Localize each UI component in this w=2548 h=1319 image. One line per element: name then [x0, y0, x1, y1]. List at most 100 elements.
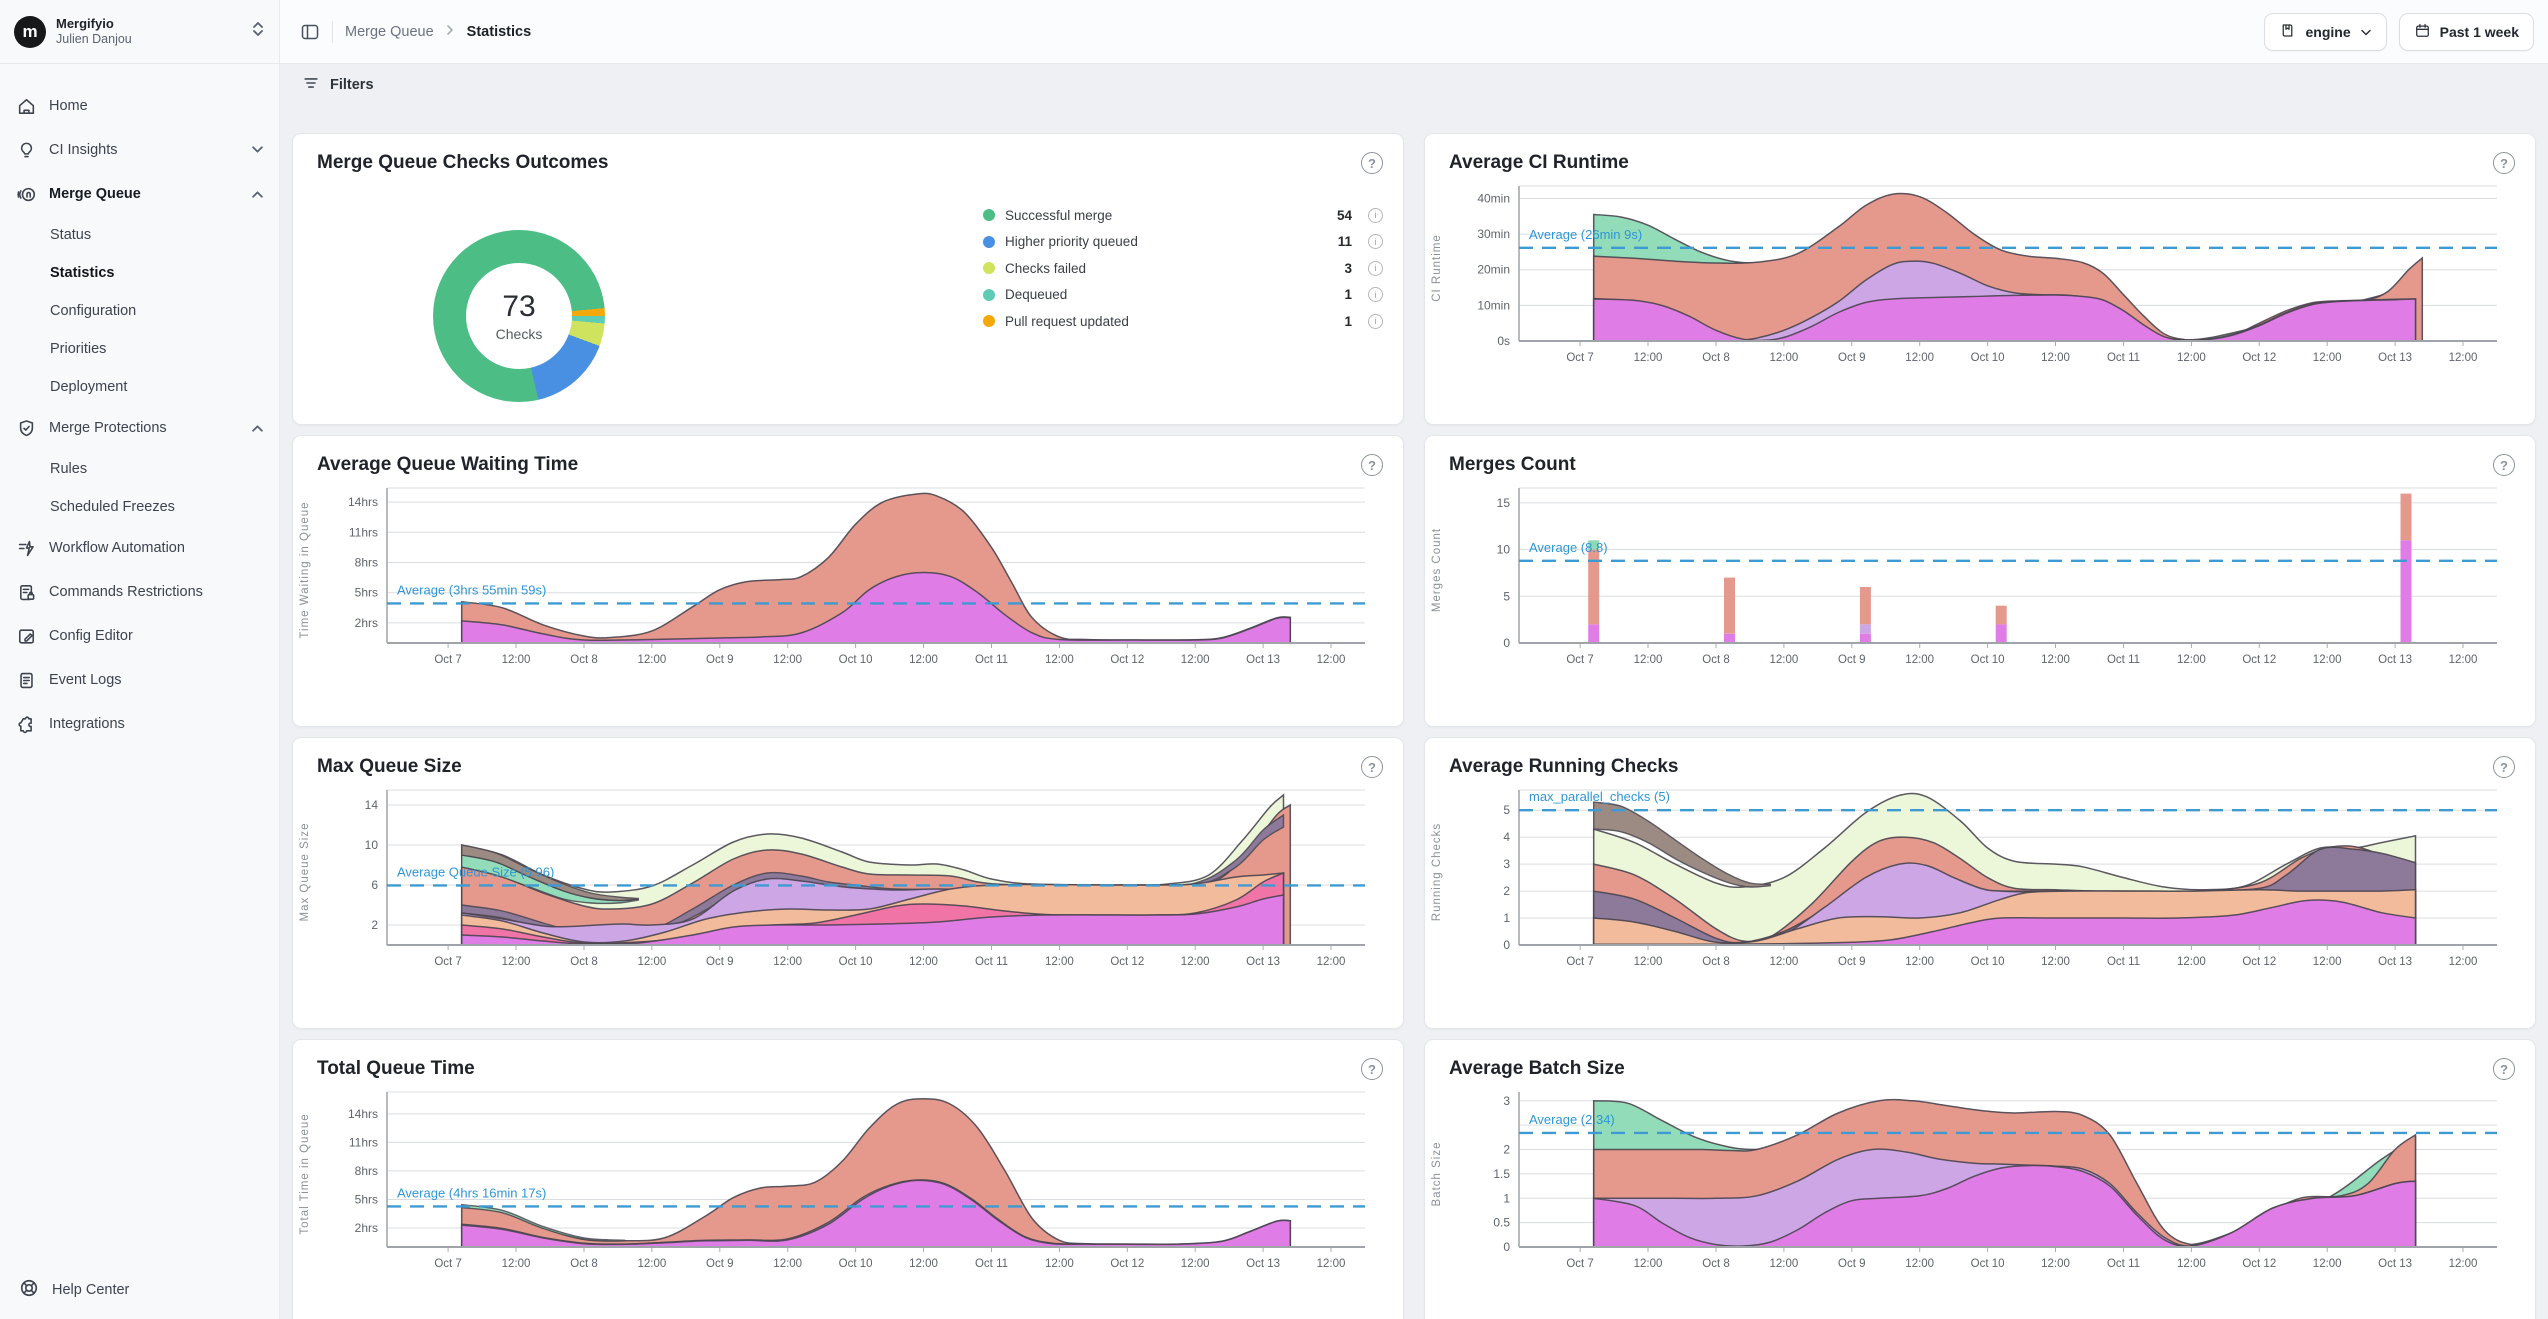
svg-text:10: 10 — [365, 838, 379, 852]
org-names: Mergifyio Julien Danjou — [56, 16, 241, 48]
sidebar-item-merge-protections[interactable]: Merge Protections — [0, 406, 279, 450]
sidebar-item-config-editor[interactable]: Config Editor — [0, 614, 279, 658]
help-circle-icon[interactable]: ? — [1361, 756, 1383, 778]
svg-text:12:00: 12:00 — [2041, 956, 2070, 968]
svg-text:10min: 10min — [1477, 298, 1510, 312]
svg-text:12:00: 12:00 — [1045, 1258, 1074, 1270]
bulb-icon — [16, 140, 37, 161]
svg-text:Oct 12: Oct 12 — [2242, 352, 2276, 364]
svg-text:12:00: 12:00 — [773, 956, 802, 968]
legend-item-checks-failed[interactable]: Checks failed 3 i — [983, 255, 1383, 282]
sidebar-nav: HomeCI InsightsMerge QueueStatusStatisti… — [0, 64, 279, 746]
help-circle-icon[interactable]: ? — [2493, 454, 2515, 476]
sidebar-item-deployment[interactable]: Deployment — [0, 368, 279, 406]
legend-item-pull-request-updated[interactable]: Pull request updated 1 i — [983, 308, 1383, 335]
legend-item-dequeued[interactable]: Dequeued 1 i — [983, 282, 1383, 309]
org-switcher[interactable]: m Mergifyio Julien Danjou — [0, 0, 279, 64]
sidebar-item-scheduled-freezes[interactable]: Scheduled Freezes — [0, 488, 279, 526]
breadcrumb-parent[interactable]: Merge Queue — [345, 24, 434, 40]
sidebar-item-workflow-automation[interactable]: Workflow Automation — [0, 526, 279, 570]
legend-value: 11 — [1338, 234, 1352, 249]
help-circle-icon[interactable]: ? — [2493, 1058, 2515, 1080]
svg-text:2hrs: 2hrs — [355, 1221, 378, 1235]
info-icon[interactable]: i — [1368, 261, 1383, 276]
svg-text:Oct 11: Oct 11 — [975, 654, 1008, 666]
svg-text:Average (8.8): Average (8.8) — [1529, 540, 1608, 555]
info-icon[interactable]: i — [1368, 314, 1383, 329]
svg-text:Oct 9: Oct 9 — [706, 654, 733, 666]
svg-text:Oct 11: Oct 11 — [2107, 1258, 2140, 1270]
svg-text:Oct 13: Oct 13 — [1246, 1258, 1280, 1270]
svg-text:Oct 13: Oct 13 — [2378, 654, 2412, 666]
donut-legend: Successful merge 54 i Higher priority qu… — [983, 202, 1383, 335]
svg-text:Average Queue Size (5.96): Average Queue Size (5.96) — [397, 864, 554, 879]
info-icon[interactable]: i — [1368, 234, 1383, 249]
svg-text:12:00: 12:00 — [502, 654, 531, 666]
sidebar-item-statistics[interactable]: Statistics — [0, 254, 279, 292]
sidebar-item-ci-insights[interactable]: CI Insights — [0, 128, 279, 172]
y-axis-label: Max Queue Size — [299, 802, 311, 942]
svg-text:12:00: 12:00 — [909, 654, 938, 666]
time-range-button[interactable]: Past 1 week — [2399, 13, 2534, 51]
svg-text:12:00: 12:00 — [2041, 352, 2070, 364]
help-circle-icon[interactable]: ? — [1361, 152, 1383, 174]
sidebar-item-status[interactable]: Status — [0, 216, 279, 254]
legend-item-higher-priority-queued[interactable]: Higher priority queued 11 i — [983, 229, 1383, 256]
sidebar-toggle-icon[interactable] — [300, 22, 320, 42]
sidebar-item-rules[interactable]: Rules — [0, 450, 279, 488]
svg-text:Oct 9: Oct 9 — [1838, 654, 1865, 666]
sidebar-item-merge-queue[interactable]: Merge Queue — [0, 172, 279, 216]
help-center-label: Help Center — [52, 1282, 129, 1298]
legend-dot — [983, 236, 995, 248]
repository-select[interactable]: engine — [2264, 13, 2386, 51]
sidebar-item-priorities[interactable]: Priorities — [0, 330, 279, 368]
info-icon[interactable]: i — [1368, 208, 1383, 223]
y-axis-label: Running Checks — [1431, 802, 1443, 942]
svg-text:12:00: 12:00 — [1634, 352, 1663, 364]
svg-text:5hrs: 5hrs — [355, 1193, 378, 1207]
svg-text:Oct 8: Oct 8 — [570, 654, 597, 666]
svg-text:Oct 7: Oct 7 — [434, 1258, 461, 1270]
svg-text:max_parallel_checks (5): max_parallel_checks (5) — [1529, 789, 1670, 804]
svg-text:Oct 12: Oct 12 — [1110, 956, 1144, 968]
repository-icon — [2279, 22, 2296, 42]
help-circle-icon[interactable]: ? — [1361, 1058, 1383, 1080]
total-queue-time-chart: 2hrs5hrs8hrs11hrs14hrsOct 712:00Oct 812:… — [315, 1082, 1380, 1280]
filters-button[interactable]: Filters — [280, 64, 2548, 106]
svg-text:12:00: 12:00 — [2177, 956, 2206, 968]
help-circle-icon[interactable]: ? — [1361, 454, 1383, 476]
topbar: Merge Queue Statistics engine Past 1 wee… — [280, 0, 2548, 64]
svg-text:0s: 0s — [1497, 334, 1510, 348]
sidebar-item-integrations[interactable]: Integrations — [0, 702, 279, 746]
svg-text:3: 3 — [1503, 1094, 1510, 1108]
sidebar-item-label: Event Logs — [49, 672, 263, 688]
svg-text:Oct 7: Oct 7 — [1566, 1258, 1593, 1270]
legend-label: Pull request updated — [1005, 314, 1334, 329]
svg-text:Oct 9: Oct 9 — [1838, 956, 1865, 968]
svg-text:12:00: 12:00 — [1634, 654, 1663, 666]
svg-text:2: 2 — [1503, 1143, 1510, 1157]
svg-text:Oct 10: Oct 10 — [1971, 1258, 2005, 1270]
sidebar-item-configuration[interactable]: Configuration — [0, 292, 279, 330]
mq-icon — [16, 184, 37, 205]
svg-text:Oct 8: Oct 8 — [1702, 654, 1729, 666]
svg-text:12:00: 12:00 — [2313, 956, 2342, 968]
svg-text:12:00: 12:00 — [1770, 1258, 1799, 1270]
sidebar-item-home[interactable]: Home — [0, 84, 279, 128]
svg-text:12:00: 12:00 — [638, 1258, 667, 1270]
svg-text:12:00: 12:00 — [502, 1258, 531, 1270]
svg-text:0.5: 0.5 — [1493, 1216, 1510, 1230]
svg-text:12:00: 12:00 — [1770, 654, 1799, 666]
sidebar-item-commands-restrictions[interactable]: Commands Restrictions — [0, 570, 279, 614]
svg-text:3: 3 — [1503, 857, 1510, 871]
sidebar-item-help-center[interactable]: Help Center — [0, 1261, 279, 1319]
legend-item-successful-merge[interactable]: Successful merge 54 i — [983, 202, 1383, 229]
help-circle-icon[interactable]: ? — [2493, 152, 2515, 174]
svg-text:12:00: 12:00 — [1770, 352, 1799, 364]
svg-text:12:00: 12:00 — [1317, 956, 1346, 968]
batch-size-chart: 00.511.523Oct 712:00Oct 812:00Oct 912:00… — [1447, 1082, 2512, 1280]
sidebar-item-event-logs[interactable]: Event Logs — [0, 658, 279, 702]
running-checks-chart: 012345Oct 712:00Oct 812:00Oct 912:00Oct … — [1447, 780, 2512, 978]
help-circle-icon[interactable]: ? — [2493, 756, 2515, 778]
info-icon[interactable]: i — [1368, 287, 1383, 302]
